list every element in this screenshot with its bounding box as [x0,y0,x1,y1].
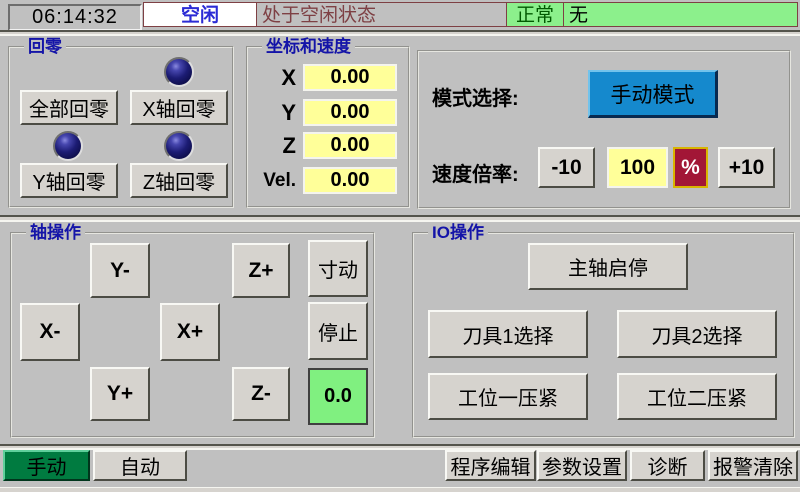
io-panel-title: IO操作 [428,223,488,243]
home-y-led [53,131,83,161]
coord-x-label: X [252,64,296,91]
jog-z-minus-button[interactable]: Z- [232,367,290,421]
alarm-state-badge: 正常 [506,2,564,27]
stop-button[interactable]: 停止 [308,302,368,360]
status-message: 处于空闲状态 [256,2,507,27]
jog-x-plus-button[interactable]: X+ [160,303,220,361]
clock-display: 06:14:32 [8,4,142,31]
velocity-label: Vel. [246,167,296,194]
station2-clamp-button[interactable]: 工位二压紧 [617,373,777,420]
percent-sign: % [673,147,708,188]
home-z-led [164,131,194,161]
coord-z-value: 0.00 [303,132,397,159]
home-x-button[interactable]: X轴回零 [130,90,228,125]
param-setting-button[interactable]: 参数设置 [537,450,627,481]
home-x-led [164,57,194,87]
diagnosis-button[interactable]: 诊断 [630,450,705,481]
alarm-clear-button[interactable]: 报警清除 [708,450,798,481]
home-all-button[interactable]: 全部回零 [20,90,118,125]
top-divider [0,30,800,36]
jog-z-plus-button[interactable]: Z+ [232,243,290,298]
coord-z-label: Z [252,132,296,159]
speed-override-label: 速度倍率: [432,158,519,187]
mode-select-label: 模式选择: [432,82,519,111]
machine-state-badge: 空闲 [143,2,257,27]
jog-mode-button[interactable]: 寸动 [308,240,368,297]
override-decrease-button[interactable]: -10 [538,147,595,188]
manual-mode-tab[interactable]: 手动 [3,450,90,481]
home-z-button[interactable]: Z轴回零 [130,163,228,198]
homing-panel-title: 回零 [24,37,66,57]
window-bottom-edge [0,487,800,492]
override-increase-button[interactable]: +10 [718,147,775,188]
spindle-toggle-button[interactable]: 主轴启停 [528,243,688,290]
override-value: 100 [607,147,668,188]
velocity-value: 0.00 [303,167,397,194]
jog-x-minus-button[interactable]: X- [20,303,80,361]
station1-clamp-button[interactable]: 工位一压紧 [428,373,588,420]
tool2-select-button[interactable]: 刀具2选择 [617,310,777,358]
auto-mode-tab[interactable]: 自动 [93,450,187,481]
coord-y-label: Y [252,99,296,126]
jog-y-plus-button[interactable]: Y+ [90,367,150,421]
axis-panel-title: 轴操作 [26,223,85,243]
jog-step-value[interactable]: 0.0 [308,368,368,425]
coord-x-value: 0.00 [303,64,397,91]
alarm-message: 无 [563,2,798,27]
coords-panel-title: 坐标和速度 [262,37,355,57]
mode-button[interactable]: 手动模式 [588,70,718,118]
middle-divider [0,215,800,222]
jog-y-minus-button[interactable]: Y- [90,243,150,298]
program-edit-button[interactable]: 程序编辑 [445,450,536,481]
home-y-button[interactable]: Y轴回零 [20,163,118,198]
coord-y-value: 0.00 [303,99,397,126]
tool1-select-button[interactable]: 刀具1选择 [428,310,588,358]
